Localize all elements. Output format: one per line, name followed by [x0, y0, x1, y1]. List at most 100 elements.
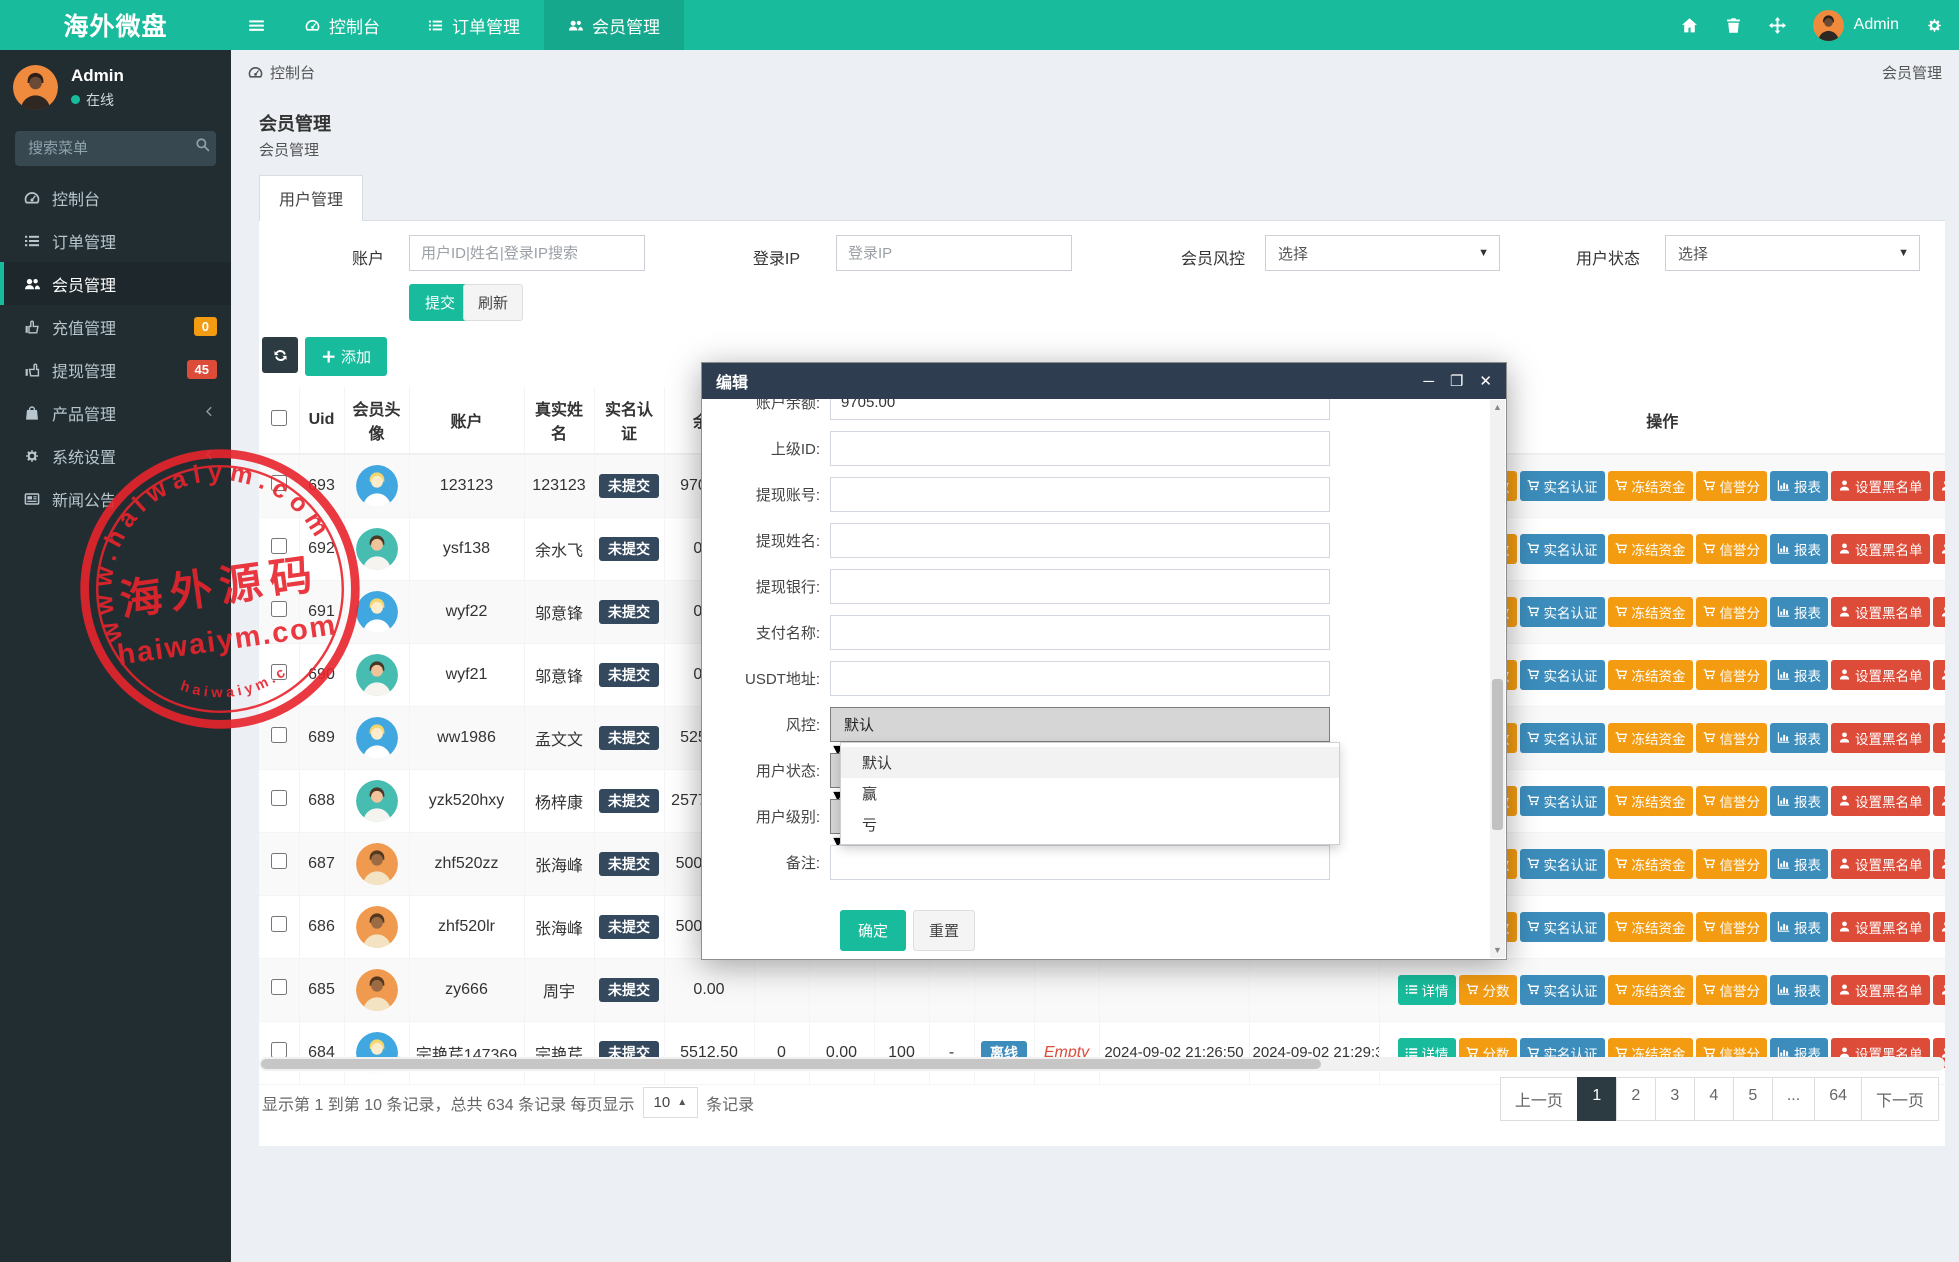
credit-button[interactable]: 信誉分 [1696, 597, 1768, 627]
user-menu[interactable]: Admin [1813, 10, 1899, 41]
credit-button[interactable]: 信誉分 [1696, 534, 1768, 564]
ip-filter-input[interactable] [836, 235, 1072, 271]
withdraw-account-input[interactable] [830, 477, 1330, 512]
close-icon[interactable]: ✕ [1479, 374, 1492, 389]
row-checkbox[interactable] [271, 601, 287, 617]
blacklist-button[interactable]: 设置黑名单 [1831, 912, 1930, 942]
tab-user-management[interactable]: 用户管理 [259, 175, 363, 221]
row-checkbox[interactable] [271, 916, 287, 932]
modal-scrollbar-thumb[interactable] [1492, 679, 1503, 830]
horizontal-scrollbar[interactable] [259, 1057, 1945, 1071]
blacklist-button[interactable]: 设置黑名单 [1831, 597, 1930, 627]
credit-button[interactable]: 信誉分 [1696, 849, 1768, 879]
select-all-checkbox[interactable] [271, 410, 287, 426]
row-checkbox[interactable] [271, 853, 287, 869]
row-checkbox[interactable] [271, 1042, 287, 1058]
per-page-select[interactable]: 10▲ [643, 1087, 699, 1118]
gears-icon[interactable] [1926, 17, 1943, 34]
page-button[interactable]: 5 [1733, 1077, 1773, 1121]
account-filter-input[interactable] [409, 235, 645, 271]
sidebar-item-orders[interactable]: 订单管理 [0, 219, 231, 262]
dropdown-option[interactable]: 默认 [841, 747, 1339, 778]
scroll-down-icon[interactable]: ▼ [1490, 943, 1505, 958]
sidebar-item-settings[interactable]: 系统设置 [0, 434, 231, 477]
blacklist-button[interactable]: 设置黑名单 [1831, 723, 1930, 753]
risk-filter-select[interactable]: 选择▼ [1265, 235, 1500, 271]
sidebar-item-members[interactable]: 会员管理 [0, 262, 231, 305]
freeze-button[interactable]: 冻结 [1933, 723, 1946, 753]
row-checkbox[interactable] [271, 727, 287, 743]
freeze-button[interactable]: 冻结 [1933, 786, 1946, 816]
realname-button[interactable]: 实名认证 [1520, 660, 1605, 690]
blacklist-button[interactable]: 设置黑名单 [1831, 849, 1930, 879]
modal-scrollbar[interactable]: ▲ ▼ [1490, 400, 1505, 958]
search-button[interactable] [195, 137, 210, 155]
report-button[interactable]: 报表 [1770, 660, 1828, 690]
credit-button[interactable]: 信誉分 [1696, 723, 1768, 753]
withdraw-bank-input[interactable] [830, 569, 1330, 604]
dropdown-option[interactable]: 亏 [841, 809, 1339, 840]
freeze-button[interactable]: 冻结 [1933, 660, 1946, 690]
blacklist-button[interactable]: 设置黑名单 [1831, 534, 1930, 564]
sidebar-item-recharge[interactable]: 充值管理0 [0, 305, 231, 348]
report-button[interactable]: 报表 [1770, 912, 1828, 942]
report-button[interactable]: 报表 [1770, 534, 1828, 564]
dropdown-option[interactable]: 赢 [841, 778, 1339, 809]
pay-name-input[interactable] [830, 615, 1330, 650]
page-button[interactable]: 1 [1577, 1077, 1617, 1121]
page-button[interactable]: 4 [1694, 1077, 1734, 1121]
prev-page-button[interactable]: 上一页 [1500, 1077, 1578, 1121]
freeze-funds-button[interactable]: 冻结资金 [1608, 786, 1693, 816]
report-button[interactable]: 报表 [1770, 849, 1828, 879]
expand-icon[interactable] [1769, 17, 1786, 34]
page-button[interactable]: 3 [1655, 1077, 1695, 1121]
freeze-button[interactable]: 冻结 [1933, 471, 1946, 501]
realname-button[interactable]: 实名认证 [1520, 912, 1605, 942]
report-button[interactable]: 报表 [1770, 786, 1828, 816]
search-input[interactable] [15, 131, 216, 166]
freeze-button[interactable]: 冻结 [1933, 849, 1946, 879]
reset-button[interactable]: 重置 [913, 910, 975, 951]
report-button[interactable]: 报表 [1770, 471, 1828, 501]
table-reload-button[interactable] [262, 337, 298, 373]
trash-icon[interactable] [1725, 17, 1742, 34]
detail-button[interactable]: 详情 [1398, 975, 1456, 1005]
scroll-up-icon[interactable]: ▲ [1490, 400, 1505, 415]
blacklist-button[interactable]: 设置黑名单 [1831, 786, 1930, 816]
page-button[interactable]: 64 [1814, 1077, 1862, 1121]
realname-button[interactable]: 实名认证 [1520, 597, 1605, 627]
remark-input[interactable] [830, 845, 1330, 880]
row-checkbox[interactable] [271, 979, 287, 995]
sidebar-toggle-button[interactable] [231, 0, 281, 50]
row-checkbox[interactable] [271, 664, 287, 680]
realname-button[interactable]: 实名认证 [1520, 534, 1605, 564]
freeze-funds-button[interactable]: 冻结资金 [1608, 975, 1693, 1005]
realname-button[interactable]: 实名认证 [1520, 786, 1605, 816]
usdt-address-input[interactable] [830, 661, 1330, 696]
risk-select[interactable]: 默认 [830, 707, 1330, 742]
realname-button[interactable]: 实名认证 [1520, 975, 1605, 1005]
freeze-funds-button[interactable]: 冻结资金 [1608, 849, 1693, 879]
nav-item-dashboard[interactable]: 控制台 [281, 0, 404, 50]
parent-id-input[interactable] [830, 431, 1330, 466]
report-button[interactable]: 报表 [1770, 723, 1828, 753]
score-button[interactable]: 分数 [1459, 975, 1517, 1005]
balance-input[interactable] [830, 399, 1330, 420]
freeze-funds-button[interactable]: 冻结资金 [1608, 723, 1693, 753]
scrollbar-thumb[interactable] [261, 1059, 1321, 1069]
freeze-funds-button[interactable]: 冻结资金 [1608, 597, 1693, 627]
blacklist-button[interactable]: 设置黑名单 [1831, 975, 1930, 1005]
report-button[interactable]: 报表 [1770, 975, 1828, 1005]
sidebar-item-products[interactable]: 产品管理 [0, 391, 231, 434]
realname-button[interactable]: 实名认证 [1520, 471, 1605, 501]
freeze-funds-button[interactable]: 冻结资金 [1608, 534, 1693, 564]
credit-button[interactable]: 信誉分 [1696, 471, 1768, 501]
refresh-button[interactable]: 刷新 [463, 284, 523, 321]
home-icon[interactable] [1681, 17, 1698, 34]
realname-button[interactable]: 实名认证 [1520, 723, 1605, 753]
nav-item-orders[interactable]: 订单管理 [404, 0, 544, 50]
sidebar-item-news[interactable]: 新闻公告 [0, 477, 231, 520]
credit-button[interactable]: 信誉分 [1696, 975, 1768, 1005]
freeze-button[interactable]: 冻结 [1933, 597, 1946, 627]
freeze-funds-button[interactable]: 冻结资金 [1608, 912, 1693, 942]
